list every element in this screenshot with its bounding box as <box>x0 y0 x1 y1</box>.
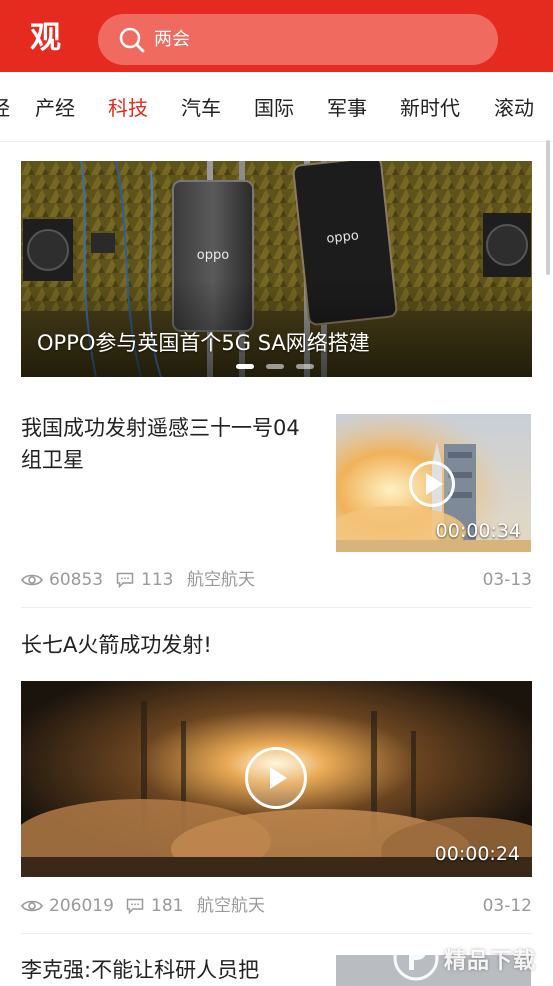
carousel-indicator[interactable] <box>236 364 326 370</box>
tab-military[interactable]: 军事 <box>327 94 367 122</box>
comment-icon <box>116 572 134 588</box>
article-meta: 206019 181 航空航天 03-12 <box>21 894 532 918</box>
app-logo[interactable]: 观 <box>30 18 78 58</box>
play-icon <box>270 767 287 789</box>
comment-icon <box>126 898 144 914</box>
tab-new-era[interactable]: 新时代 <box>400 94 460 122</box>
view-count: 206019 <box>49 896 114 916</box>
search-bar[interactable]: 两会 <box>98 14 498 65</box>
carousel-dot[interactable] <box>296 364 314 369</box>
divider <box>21 607 532 608</box>
article-meta: 60853 113 航空航天 03-13 <box>21 568 532 592</box>
carousel-dot[interactable] <box>266 364 284 369</box>
article-title[interactable]: 我国成功发射遥感三十一号04组卫星 <box>21 412 316 476</box>
scrollbar[interactable] <box>546 140 550 275</box>
eye-icon <box>21 900 43 912</box>
search-query: 两会 <box>154 29 190 50</box>
hero-caption: OPPO参与英国首个5G SA网络搭建 <box>37 331 370 355</box>
video-thumbnail[interactable]: 00:00:34 <box>336 414 531 552</box>
carousel-dot-active[interactable] <box>236 364 254 369</box>
article-date: 03-13 <box>482 570 532 590</box>
video-duration: 00:00:24 <box>434 843 520 865</box>
comment-count: 181 <box>151 896 184 916</box>
search-icon <box>119 27 145 53</box>
article-category[interactable]: 航空航天 <box>187 568 255 592</box>
article-date: 03-12 <box>482 896 532 916</box>
tab-chanjing[interactable]: 产经 <box>35 94 75 122</box>
play-button[interactable] <box>245 747 307 809</box>
channel-tabs: 经 产经 科技 汽车 国际 军事 新时代 滚动 <box>0 72 553 142</box>
article-category[interactable]: 航空航天 <box>197 894 265 918</box>
video-thumbnail[interactable]: 00:00:24 <box>21 681 532 877</box>
hero-carousel[interactable]: oppo oppo OPPO参与英国首个5G SA网络搭建 <box>21 161 532 377</box>
top-bar: 观 两会 <box>0 0 553 72</box>
article-title[interactable]: 李克强:不能让科研人员把 <box>21 954 259 986</box>
play-button[interactable] <box>409 461 455 507</box>
view-count: 60853 <box>49 570 104 590</box>
comment-count: 113 <box>141 570 174 590</box>
watermark: 精品下载 <box>390 930 553 986</box>
article-title[interactable]: 长七A火箭成功发射! <box>21 629 212 661</box>
tab-international[interactable]: 国际 <box>254 94 294 122</box>
watermark-text: 精品下载 <box>444 949 537 974</box>
tab-auto[interactable]: 汽车 <box>181 94 221 122</box>
tab-rolling[interactable]: 滚动 <box>494 94 534 122</box>
tab-tech[interactable]: 科技 <box>108 94 148 122</box>
tab-partial[interactable]: 经 <box>0 94 10 122</box>
play-icon <box>426 473 443 495</box>
eye-icon <box>21 574 43 586</box>
watermark-logo-icon <box>393 935 439 981</box>
video-duration: 00:00:34 <box>435 520 521 542</box>
